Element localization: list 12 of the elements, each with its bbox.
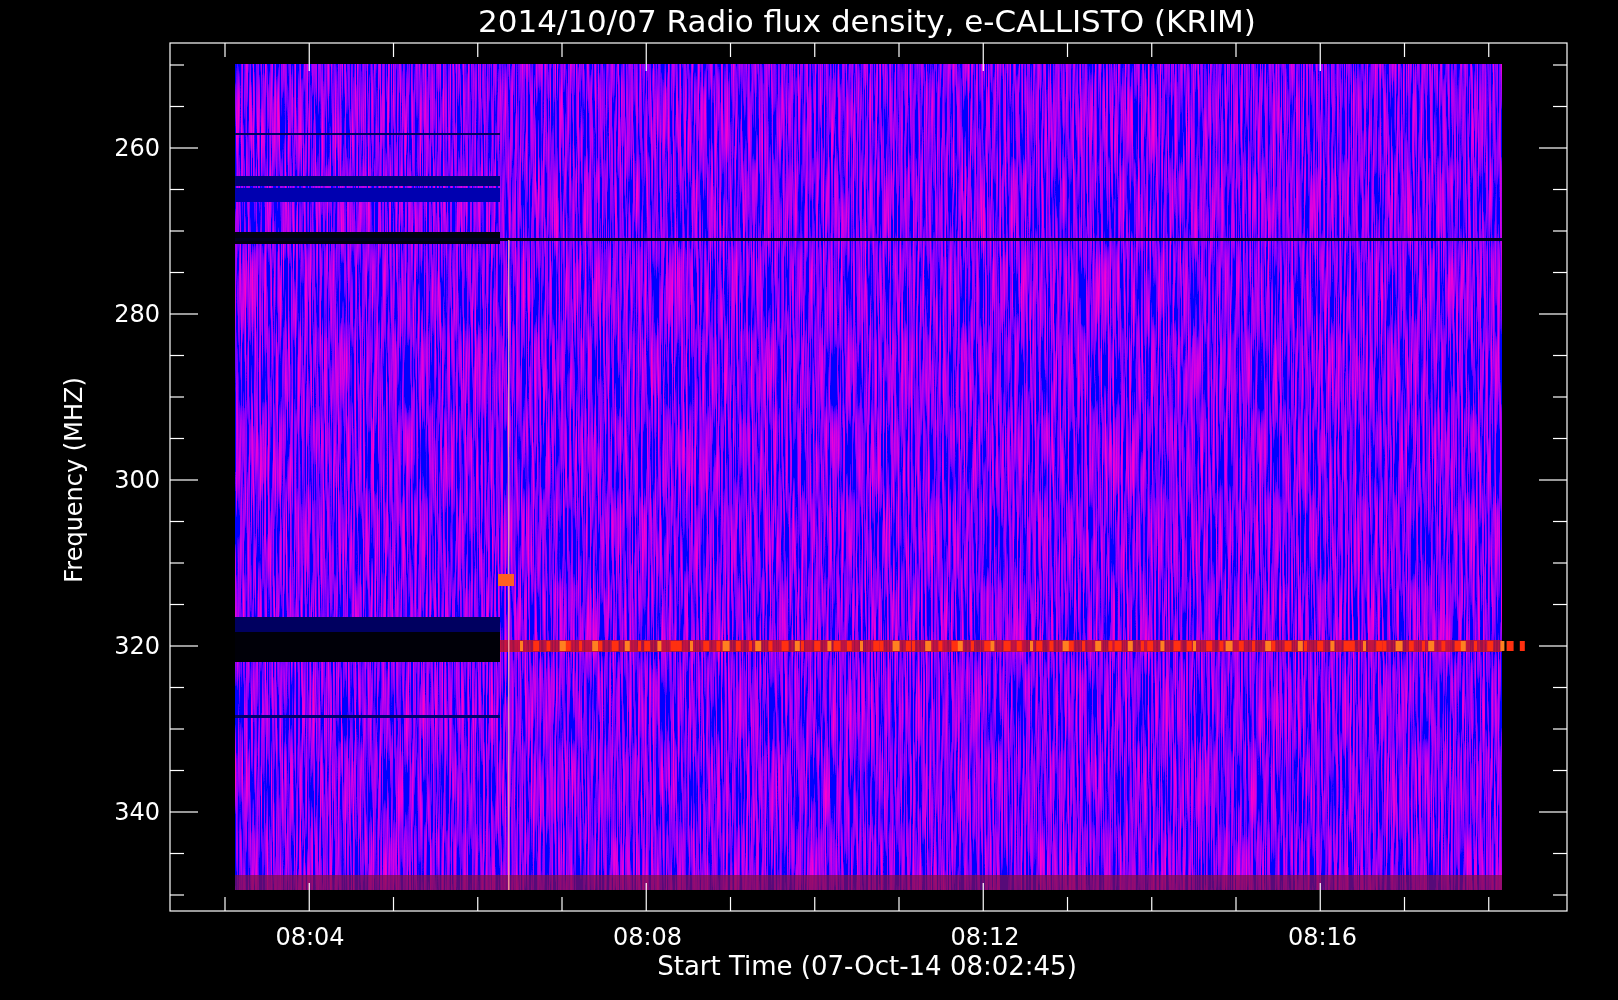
- plot-title: 2014/10/07 Radio flux density, e-CALLISTO (KRIM): [478, 3, 1256, 39]
- y-axis-label: Frequency (MHZ): [60, 377, 88, 583]
- tick-label: 280: [114, 300, 160, 328]
- x-axis-label: Start Time (07-Oct-14 08:02:45): [657, 951, 1077, 981]
- tick-label: 08:04: [275, 923, 345, 951]
- tick-label: 320: [114, 632, 160, 660]
- tick-label: 08:12: [950, 923, 1020, 951]
- tick-label: 08:16: [1287, 923, 1358, 951]
- tick-label: 08:08: [612, 923, 683, 951]
- tick-label: 260: [114, 134, 160, 162]
- tick-label: 340: [114, 798, 160, 826]
- tick-label: 300: [114, 466, 160, 494]
